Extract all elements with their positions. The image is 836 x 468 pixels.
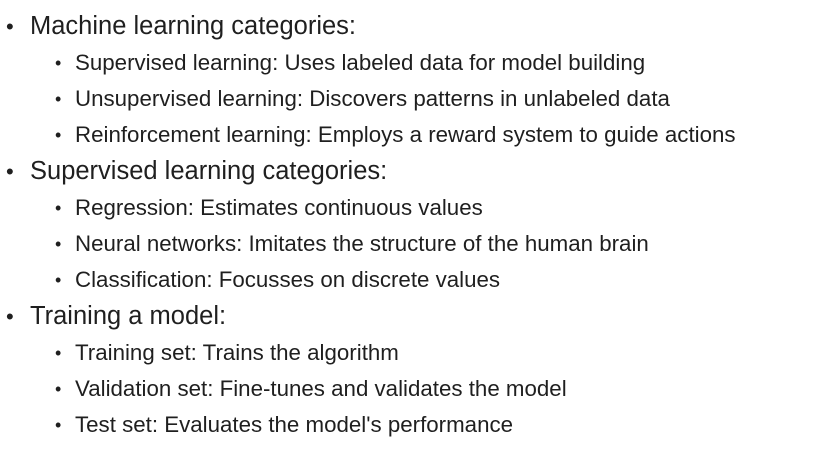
bullet-icon: •	[55, 343, 62, 363]
list-item: • Neural networks: Imitates the structure…	[0, 226, 736, 262]
bullet-icon: •	[55, 234, 62, 254]
bullet-icon: •	[55, 89, 62, 109]
bullet-icon: •	[6, 159, 14, 184]
list-item: • Test set: Evaluates the model's perform…	[0, 407, 736, 443]
section-heading: • Training a model:	[0, 298, 736, 335]
list-item-text: Test set: Evaluates the model's performa…	[75, 412, 514, 437]
list-item: • Regression: Estimates continuous values	[0, 190, 736, 226]
bullet-list: • Machine learning categories: • Supervised…	[0, 8, 736, 443]
list-item-text: Neural networks: Imitates the structure …	[75, 231, 649, 256]
section-title: Supervised learning categories:	[30, 157, 388, 185]
section-title: Machine learning categories:	[30, 12, 357, 40]
bullet-icon: •	[55, 125, 62, 145]
bullet-icon: •	[55, 379, 62, 399]
bullet-icon: •	[55, 198, 62, 218]
section-heading: • Supervised learning categories:	[0, 153, 736, 190]
list-item-text: Training set: Trains the algorithm	[75, 340, 399, 365]
list-item: • Supervised learning: Uses labeled data …	[0, 45, 736, 81]
bullet-icon: •	[6, 14, 14, 39]
list-item-text: Reinforcement learning: Employs a reward…	[75, 122, 736, 147]
list-item: • Training set: Trains the algorithm	[0, 335, 736, 371]
section-heading: • Machine learning categories:	[0, 8, 736, 45]
list-item-text: Supervised learning: Uses labeled data f…	[75, 50, 646, 75]
section-title: Training a model:	[30, 302, 227, 330]
list-item: • Classification: Focusses on discrete va…	[0, 262, 736, 298]
list-item: • Validation set: Fine-tunes and validate…	[0, 371, 736, 407]
list-item-text: Validation set: Fine-tunes and validates…	[75, 376, 567, 401]
list-item: • Unsupervised learning: Discovers patter…	[0, 81, 736, 117]
bullet-icon: •	[55, 415, 62, 435]
bullet-icon: •	[55, 270, 62, 290]
list-item: • Reinforcement learning: Employs a rewar…	[0, 117, 736, 153]
list-item-text: Unsupervised learning: Discovers pattern…	[75, 86, 670, 111]
list-item-text: Classification: Focusses on discrete val…	[75, 267, 501, 292]
list-item-text: Regression: Estimates continuous values	[75, 195, 483, 220]
bullet-icon: •	[6, 304, 14, 329]
bullet-icon: •	[55, 53, 62, 73]
